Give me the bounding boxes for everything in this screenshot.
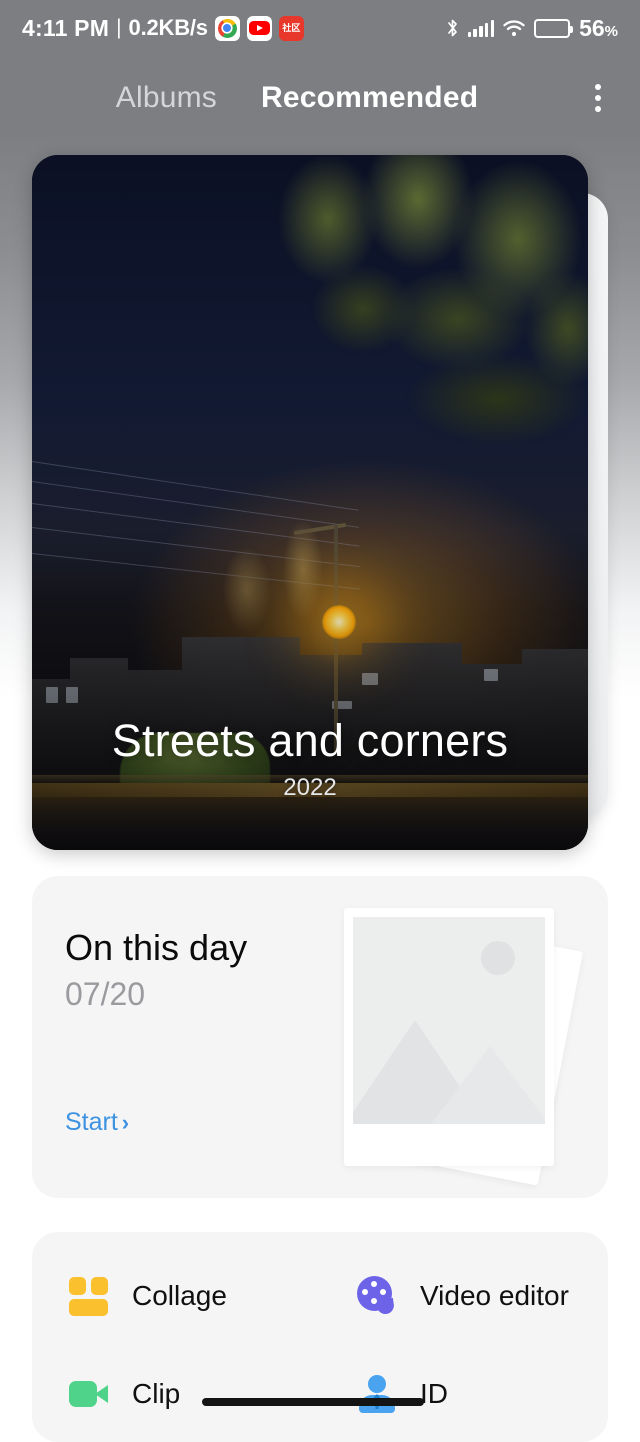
memory-card-streets-and-corners[interactable]: Streets and corners 2022 [32,155,588,850]
on-this-day-text: On this day 07/20 [65,928,345,1013]
tools-row-2: Clip ID [32,1362,608,1426]
chevron-right-icon: › [122,1112,129,1134]
film-reel-icon [356,1275,398,1317]
photo-scrim [32,550,588,850]
tool-clip-label: Clip [132,1378,180,1410]
tool-collage-label: Collage [132,1280,227,1312]
placeholder-sun-icon [481,941,515,975]
memory-carousel[interactable]: Streets and corners 2022 [0,155,640,850]
battery-percent-value: 56 [579,15,605,41]
more-options-icon[interactable] [568,84,628,112]
start-label: Start [65,1108,118,1137]
cellular-signal-icon [468,20,495,37]
on-this-day-card[interactable]: On this day 07/20 Start › [32,876,608,1198]
status-bar-left: 4:11 PM | 0.2KB/s 社区 [22,15,304,42]
photo-placeholder-image [353,917,545,1124]
chrome-icon [215,16,240,41]
start-button[interactable]: Start › [65,1108,129,1137]
memory-year: 2022 [32,774,588,802]
tool-id[interactable]: ID [320,1362,608,1426]
youtube-icon [247,16,272,41]
camcorder-icon [68,1373,110,1415]
status-bar: 4:11 PM | 0.2KB/s 社区 56% [0,0,640,56]
on-this-day-date: 07/20 [65,976,345,1013]
status-separator: | [116,16,121,40]
status-clock: 4:11 PM [22,15,109,42]
tool-id-label: ID [420,1378,448,1410]
tab-albums[interactable]: Albums [116,81,217,115]
tab-bar: Albums Recommended [0,81,568,115]
id-person-icon [356,1373,398,1415]
tool-clip[interactable]: Clip [32,1362,320,1426]
tree-foliage [268,155,588,469]
app-header: Albums Recommended [0,56,640,140]
home-gesture-bar[interactable] [202,1398,424,1406]
memory-title: Streets and corners [32,717,588,764]
status-bar-right: 56% [446,15,618,42]
tools-row-1: Collage Video editor [32,1264,608,1328]
tool-video-editor[interactable]: Video editor [320,1264,608,1328]
photo-placeholder-front [344,908,554,1166]
battery-percent-label: 56% [579,15,618,42]
bluetooth-icon [446,18,459,38]
network-speed-label: 0.2KB/s [129,15,208,41]
wifi-icon [503,20,525,37]
community-app-icon: 社区 [279,16,304,41]
tool-video-editor-label: Video editor [420,1280,569,1312]
on-this-day-title: On this day [65,928,345,968]
collage-icon [68,1275,110,1317]
battery-percent-symbol: % [605,23,618,40]
photo-stack-placeholder-icon [310,888,608,1186]
battery-icon [534,19,570,38]
tools-card: Collage Video editor Clip ID [32,1232,608,1442]
tab-recommended[interactable]: Recommended [261,81,478,115]
tool-collage[interactable]: Collage [32,1264,320,1328]
memory-caption: Streets and corners 2022 [32,717,588,802]
